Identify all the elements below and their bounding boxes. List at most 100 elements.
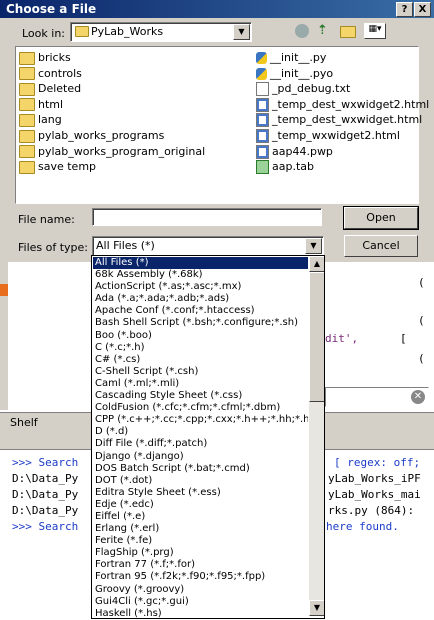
files-of-type-label: Files of type: xyxy=(18,241,89,254)
scroll-down-icon[interactable]: ▼ xyxy=(309,600,324,616)
folder-name: html xyxy=(38,97,64,111)
file-type-option[interactable]: Edje (*.edc) xyxy=(93,499,308,511)
file-type-option[interactable]: FlagShip (*.prg) xyxy=(93,547,308,559)
file-type-option[interactable]: Cascading Style Sheet (*.css) xyxy=(93,390,308,402)
file-type-option[interactable]: Fortran 77 (*.f;*.for) xyxy=(93,559,308,571)
file-item[interactable]: aap44.pwp xyxy=(256,144,333,159)
files-of-type-combo[interactable]: All Files (*) ▼ xyxy=(92,236,324,256)
file-type-option[interactable]: DOS Batch Script (*.bat;*.cmd) xyxy=(93,463,308,475)
console-line: D:\Data_Py xyxy=(12,488,79,501)
search-bar[interactable]: ✕ xyxy=(325,387,429,407)
cancel-button[interactable]: Cancel xyxy=(344,235,418,257)
file-type-option[interactable]: C# (*.cs) xyxy=(93,354,308,366)
html-file-icon xyxy=(256,97,269,112)
up-folder-icon[interactable]: ⇡ xyxy=(317,23,331,38)
title-bar: Choose a File ? X xyxy=(0,0,434,18)
file-type-option[interactable]: Fortran 95 (*.f2k;*.f90;*.f95;*.fpp) xyxy=(93,571,308,583)
file-type-option[interactable]: Caml (*.ml;*.mli) xyxy=(93,378,308,390)
html-file-icon xyxy=(256,144,269,159)
folder-item[interactable]: Deleted xyxy=(19,81,81,96)
console-line: >>> Search xyxy=(12,520,79,533)
scroll-up-icon[interactable]: ▲ xyxy=(309,256,324,272)
chevron-down-icon[interactable]: ▼ xyxy=(305,238,322,254)
tab-file-icon xyxy=(256,160,269,175)
open-button[interactable]: Open xyxy=(343,206,419,230)
view-menu-icon[interactable]: ▦▾ xyxy=(364,23,386,39)
scroll-thumb[interactable] xyxy=(309,272,324,402)
file-name: _pd_debug.txt xyxy=(272,82,351,96)
file-item[interactable]: __init__.py xyxy=(256,50,326,65)
folder-icon xyxy=(19,145,35,159)
file-type-option[interactable]: Editra Style Sheet (*.ess) xyxy=(93,487,308,499)
folder-item[interactable]: bricks xyxy=(19,50,71,65)
file-type-option[interactable]: Django (*.django) xyxy=(93,451,308,463)
python-file-icon xyxy=(256,52,267,64)
file-type-option[interactable]: DOT (*.dot) xyxy=(93,475,308,487)
file-name-label: File name: xyxy=(18,213,75,226)
folder-name: bricks xyxy=(38,51,71,64)
html-file-icon xyxy=(256,113,269,128)
file-type-option[interactable]: ColdFusion (*.cfc;*.cfm;*.cfml;*.dbm) xyxy=(93,402,308,414)
new-folder-icon[interactable] xyxy=(340,26,356,38)
file-type-option[interactable]: Bash Shell Script (*.bsh;*.configure;*.s… xyxy=(93,317,308,329)
folder-item[interactable]: controls xyxy=(19,66,82,81)
file-type-option[interactable]: Diff File (*.diff;*.patch) xyxy=(93,438,308,450)
file-type-option[interactable]: Erlang (*.erl) xyxy=(93,523,308,535)
folder-name: Deleted xyxy=(38,82,82,96)
file-type-option[interactable]: Ada (*.a;*.ada;*.adb;*.ads) xyxy=(93,293,308,305)
console-line-tail: here found. xyxy=(326,520,399,533)
dropdown-scrollbar[interactable]: ▲ ▼ xyxy=(309,256,324,616)
file-name: _temp_wxwidget2.html xyxy=(272,129,400,142)
folder-icon xyxy=(19,98,35,112)
file-type-option[interactable]: Boo (*.boo) xyxy=(93,330,308,342)
folder-item[interactable]: lang xyxy=(19,112,62,127)
file-type-option[interactable]: ActionScript (*.as;*.asc;*.mx) xyxy=(93,281,308,293)
folder-icon xyxy=(19,51,35,65)
console-line-tail: yLab_Works_mai xyxy=(328,488,421,501)
help-button[interactable]: ? xyxy=(396,2,413,17)
file-item[interactable]: _pd_debug.txt xyxy=(256,81,351,97)
folder-item[interactable]: html xyxy=(19,97,63,112)
file-item[interactable]: _temp_wxwidget2.html xyxy=(256,128,400,143)
code-fragment: [ xyxy=(400,332,407,345)
file-item[interactable]: _temp_dest_wxwidget.html xyxy=(256,112,422,128)
folder-icon xyxy=(19,82,35,96)
file-type-option[interactable]: All Files (*) xyxy=(93,257,308,270)
folder-item[interactable]: pylab_works_program_original xyxy=(19,144,205,159)
code-fragment: ( xyxy=(418,352,425,365)
file-name-input[interactable] xyxy=(92,208,322,226)
file-type-option[interactable]: 68k Assembly (*.68k) xyxy=(93,269,308,281)
file-item[interactable]: __init__.pyo xyxy=(256,66,333,81)
look-in-combo[interactable]: PyLab_Works ▼ xyxy=(70,22,252,42)
chevron-down-icon[interactable]: ▼ xyxy=(233,24,250,40)
back-icon[interactable] xyxy=(295,24,309,38)
folder-name: pylab_works_programs xyxy=(38,129,165,142)
file-type-dropdown[interactable]: All Files (*) 68k Assembly (*.68k) ActionS… xyxy=(91,255,325,619)
file-list[interactable]: bricks controls Deleted html lang pylab_works… xyxy=(15,46,429,204)
folder-icon xyxy=(19,67,35,81)
file-type-option[interactable]: Ferite (*.fe) xyxy=(93,535,308,547)
console-line-tail: yLab_Works_iPF xyxy=(328,472,421,485)
file-type-option[interactable]: CPP (*.c++;*.cc;*.cpp;*.cxx;*.h++;*.hh;*… xyxy=(93,414,308,426)
file-type-option[interactable]: Eiffel (*.e) xyxy=(93,511,308,523)
file-item[interactable]: _temp_dest_wxwidget2.html xyxy=(256,97,429,112)
file-type-option[interactable]: Gui4Cli (*.gc;*.gui) xyxy=(93,596,308,608)
code-fragment: ( xyxy=(418,314,425,327)
close-button[interactable]: X xyxy=(414,2,431,17)
file-type-option[interactable]: Groovy (*.groovy) xyxy=(93,584,308,596)
file-name: aap44.pwp xyxy=(272,144,333,158)
cancel-button-label: Cancel xyxy=(362,239,400,252)
folder-item[interactable]: save temp xyxy=(19,159,96,174)
file-name: _temp_dest_wxwidget2.html xyxy=(272,97,430,111)
clear-search-icon[interactable]: ✕ xyxy=(411,390,425,404)
file-type-option[interactable]: Haskell (*.hs) xyxy=(93,608,308,618)
shelf-label: Shelf xyxy=(10,416,38,429)
file-type-option[interactable]: C-Shell Script (*.csh) xyxy=(93,366,308,378)
file-type-option[interactable]: C (*.c;*.h) xyxy=(93,342,308,354)
folder-item[interactable]: pylab_works_programs xyxy=(19,128,164,143)
file-type-option[interactable]: D (*.d) xyxy=(93,426,308,438)
file-type-option[interactable]: Apache Conf (*.conf;*.htaccess) xyxy=(93,305,308,317)
file-item[interactable]: aap.tab xyxy=(256,159,314,175)
file-type-options: All Files (*) 68k Assembly (*.68k) ActionS… xyxy=(93,257,308,618)
files-of-type-value: All Files (*) xyxy=(96,239,155,252)
